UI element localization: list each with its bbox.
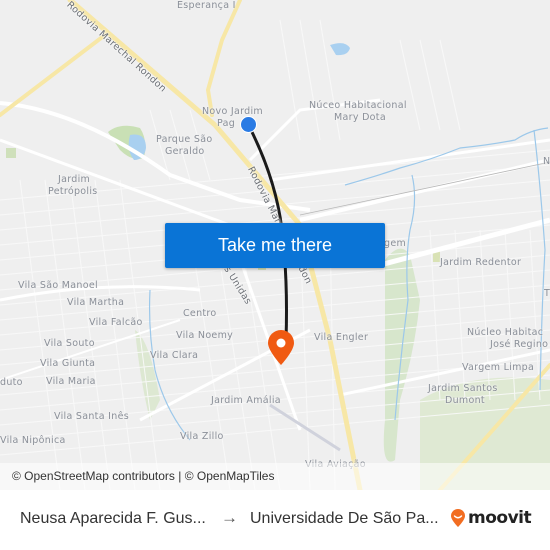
map-label: Jardim Amália xyxy=(211,395,281,406)
map-label: Pag xyxy=(217,118,236,129)
map-label: Parque São xyxy=(156,134,213,145)
map-label: Vila Clara xyxy=(150,350,199,361)
arrow-right-icon: → xyxy=(221,508,238,527)
map[interactable]: Esperança I Novo Jardim Pag Núceo Habita… xyxy=(0,0,550,490)
attribution-text[interactable]: © OpenStreetMap contributors | © OpenMap… xyxy=(12,469,274,483)
pond xyxy=(330,43,350,56)
map-label: Jardim xyxy=(58,174,91,185)
map-label: Núceo Habitacional xyxy=(309,100,407,111)
map-label: Vila Souto xyxy=(44,338,95,349)
map-label: Vila São Manoel xyxy=(18,280,98,291)
origin-stop-name: Neusa Aparecida F. Gus... xyxy=(20,510,206,527)
map-label: José Regino xyxy=(490,339,549,350)
map-label: gem xyxy=(384,238,407,249)
moovit-wordmark: moovit xyxy=(468,508,532,528)
map-label: Vila Nipônica xyxy=(0,435,66,446)
map-label: Vila Maria xyxy=(46,376,96,387)
map-label: Esperança I xyxy=(177,0,236,11)
map-label: Vila Noemy xyxy=(176,330,234,341)
map-label: Vila Martha xyxy=(67,297,125,308)
map-label: N xyxy=(543,156,550,167)
take-me-there-button[interactable]: Take me there xyxy=(165,223,385,268)
origin-marker[interactable] xyxy=(240,116,257,133)
map-label: Novo Jardim xyxy=(202,106,263,117)
map-label: duto xyxy=(0,377,23,388)
map-attribution: © OpenStreetMap contributors | © OpenMap… xyxy=(0,463,550,490)
map-label: Vila Giunta xyxy=(40,358,96,369)
map-label: Vila Falcão xyxy=(89,317,143,328)
map-label: Vila Zillo xyxy=(180,431,224,442)
map-label: Petrópolis xyxy=(48,186,98,197)
destination-pin-icon[interactable] xyxy=(266,330,296,366)
map-label: Mary Dota xyxy=(334,112,386,123)
map-label: Dumont xyxy=(445,395,485,406)
map-label: Vargem Limpa xyxy=(462,362,535,373)
map-label: Centro xyxy=(183,308,217,319)
runway xyxy=(269,403,341,452)
map-label: Jardim Santos xyxy=(428,383,498,394)
map-label: Vila Santa Inês xyxy=(54,411,129,422)
map-label: Geraldo xyxy=(165,146,205,157)
destination-name: Universidade De São Pa... xyxy=(250,510,439,527)
moovit-pin-icon xyxy=(451,508,465,527)
map-label: Jardim Redentor xyxy=(440,257,522,268)
park-small xyxy=(6,148,16,158)
map-label: Vila Engler xyxy=(314,332,369,343)
map-label: T xyxy=(544,288,550,299)
moovit-logo[interactable]: moovit xyxy=(450,508,532,528)
map-label: Núcleo Habitac xyxy=(467,327,544,338)
route-footer: Neusa Aparecida F. Gus... → Universidade… xyxy=(0,490,550,550)
